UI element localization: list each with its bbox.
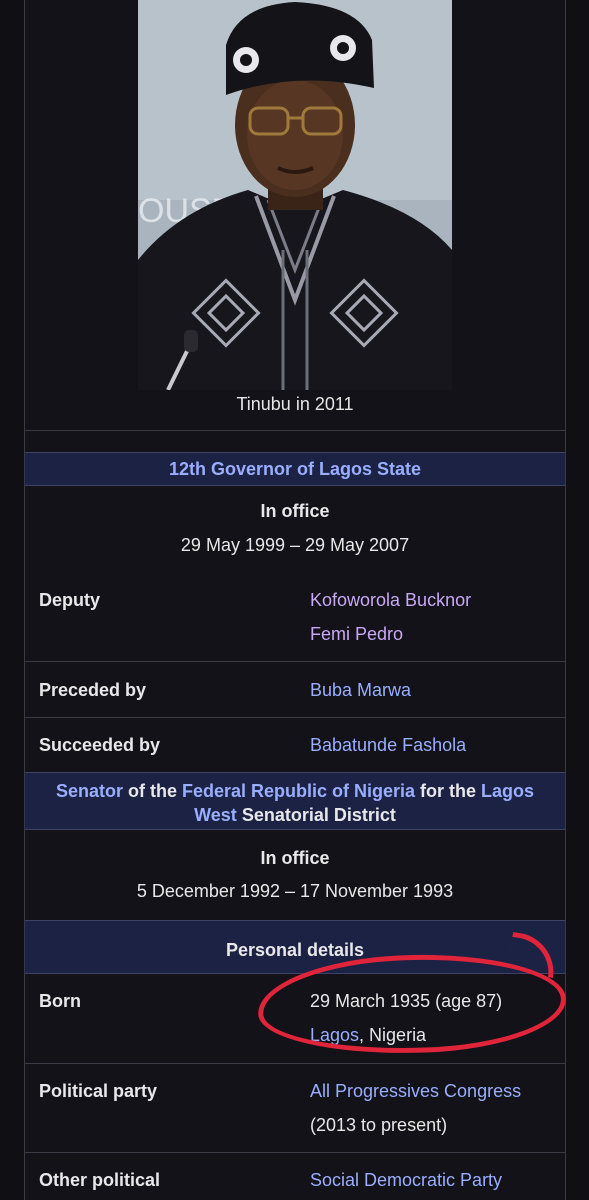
image-caption: Tinubu in 2011	[236, 394, 354, 414]
link-senator[interactable]: Senator	[56, 781, 123, 801]
office-header-governor[interactable]: 12th Governor of Lagos State	[25, 452, 565, 486]
divider	[25, 661, 565, 662]
portrait-illustration: OUSE	[138, 0, 452, 390]
senator-header-line-2: West Senatorial District	[194, 805, 396, 825]
row-label-other-political: Other political	[39, 1170, 161, 1190]
link-babatunde-fashola[interactable]: Babatunde Fashola	[310, 728, 466, 762]
governor-link[interactable]: 12th Governor of Lagos State	[169, 459, 421, 479]
governor-term: 29 May 1999 – 29 May 2007	[180, 535, 410, 555]
row-value-political-party: All Progressives Congress (2013 to prese…	[310, 1074, 521, 1142]
row-label-deputy: Deputy	[39, 590, 101, 610]
link-kofoworola-bucknor[interactable]: Kofoworola Bucknor	[310, 583, 471, 617]
row-label-succeeded-by: Succeeded by	[39, 735, 161, 755]
link-femi-pedro[interactable]: Femi Pedro	[310, 617, 471, 651]
row-value-other-political: Social Democratic Party	[310, 1163, 502, 1197]
row-value-succeeded-by: Babatunde Fashola	[310, 728, 466, 762]
link-federal-republic-of-nigeria[interactable]: Federal Republic of Nigeria	[182, 781, 415, 801]
divider	[25, 1063, 565, 1064]
link-lagos[interactable]: Lagos	[481, 781, 534, 801]
divider	[25, 430, 565, 431]
row-label-born: Born	[39, 991, 81, 1011]
divider	[25, 717, 565, 718]
link-west[interactable]: West	[194, 805, 237, 825]
row-label-preceded-by: Preceded by	[39, 680, 147, 700]
senator-term: 5 December 1992 – 17 November 1993	[136, 881, 454, 901]
row-value-deputy: Kofoworola Bucknor Femi Pedro	[310, 583, 471, 651]
row-label-political-party: Political party	[39, 1081, 158, 1101]
in-office-label: In office	[260, 848, 330, 868]
divider	[25, 1152, 565, 1153]
party-years: (2013 to present)	[310, 1115, 448, 1135]
link-social-democratic-party[interactable]: Social Democratic Party	[310, 1163, 502, 1197]
portrait-image[interactable]: OUSE	[138, 0, 452, 390]
link-buba-marwa[interactable]: Buba Marwa	[310, 673, 411, 707]
link-all-progressives-congress[interactable]: All Progressives Congress	[310, 1074, 521, 1108]
in-office-label: In office	[260, 501, 330, 521]
senator-header-line-1: Senator of the Federal Republic of Niger…	[55, 781, 535, 801]
office-header-senator: Senator of the Federal Republic of Niger…	[25, 772, 565, 830]
row-value-preceded-by: Buba Marwa	[310, 673, 411, 707]
